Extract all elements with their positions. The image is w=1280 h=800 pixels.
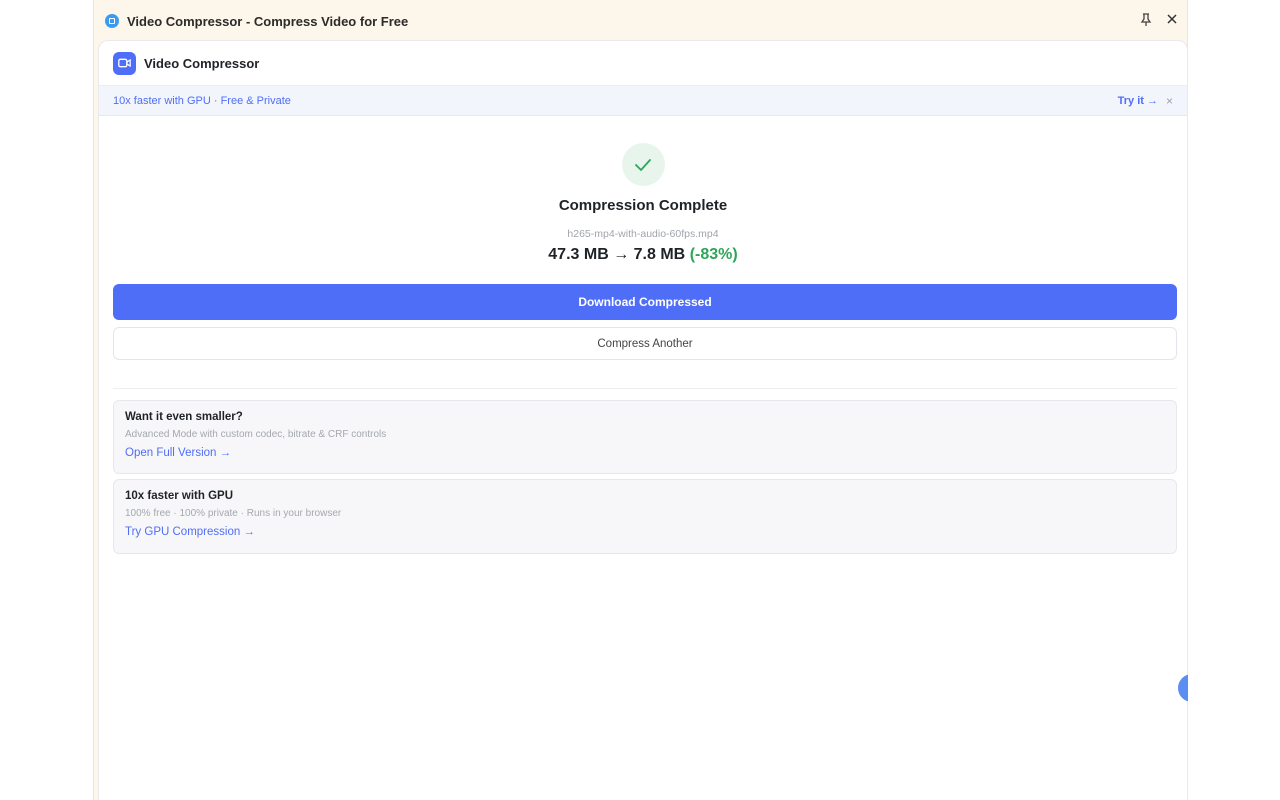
window-title: Video Compressor - Compress Video for Fr… — [127, 13, 409, 29]
pin-icon[interactable] — [1139, 13, 1153, 29]
download-compressed-button[interactable]: Download Compressed — [113, 284, 1177, 320]
window-titlebar: Video Compressor - Compress Video for Fr… — [94, 0, 1187, 42]
saving-percent: (-83%) — [689, 246, 738, 263]
original-size: 47.3 MB — [548, 246, 609, 263]
compress-another-button[interactable]: Compress Another — [113, 327, 1177, 360]
result-title: Compression Complete — [558, 197, 728, 214]
file-name: h265-mp4-with-audio-60fps.mp4 — [567, 228, 719, 240]
result-section: Compression Complete h265-mp4-with-audio… — [99, 143, 1187, 264]
banner-close-icon[interactable]: × — [1166, 94, 1173, 108]
page-background — [1188, 0, 1280, 800]
extension-window: Video Compressor - Compress Video for Fr… — [93, 0, 1188, 800]
app-header: Video Compressor — [99, 41, 1187, 86]
gpu-banner: 10x faster with GPU · Free & Private Try… — [99, 86, 1187, 116]
arrow-icon: → — [613, 246, 630, 263]
pin-icon-svg — [1140, 13, 1152, 26]
card-title: 10x faster with GPU — [125, 490, 234, 502]
try-gpu-compression-link[interactable]: Try GPU Compression → — [125, 526, 255, 538]
size-summary: 47.3 MB → 7.8 MB (-83%) — [548, 246, 737, 264]
upsell-card-full-version: Want it even smaller? Advanced Mode with… — [113, 400, 1177, 474]
main-panel: Video Compressor 10x faster with GPU · F… — [98, 40, 1188, 800]
app-icon — [105, 14, 119, 28]
card-title: Want it even smaller? — [125, 411, 243, 423]
upsell-card-gpu: 10x faster with GPU 100% free · 100% pri… — [113, 479, 1177, 554]
try-it-link[interactable]: Try it → — [1118, 95, 1158, 107]
open-full-version-link[interactable]: Open Full Version → — [125, 447, 231, 459]
app-name: Video Compressor — [144, 55, 260, 71]
check-icon — [621, 143, 665, 186]
close-window-button[interactable] — [1163, 12, 1181, 30]
card-description: 100% free · 100% private · Runs in your … — [125, 508, 342, 519]
divider — [113, 388, 1177, 389]
banner-text: 10x faster with GPU · Free & Private — [113, 94, 291, 107]
card-description: Advanced Mode with custom codec, bitrate… — [125, 429, 387, 440]
video-camera-icon — [113, 51, 136, 75]
compressed-size: 7.8 MB — [633, 246, 686, 263]
close-icon — [1167, 14, 1177, 24]
